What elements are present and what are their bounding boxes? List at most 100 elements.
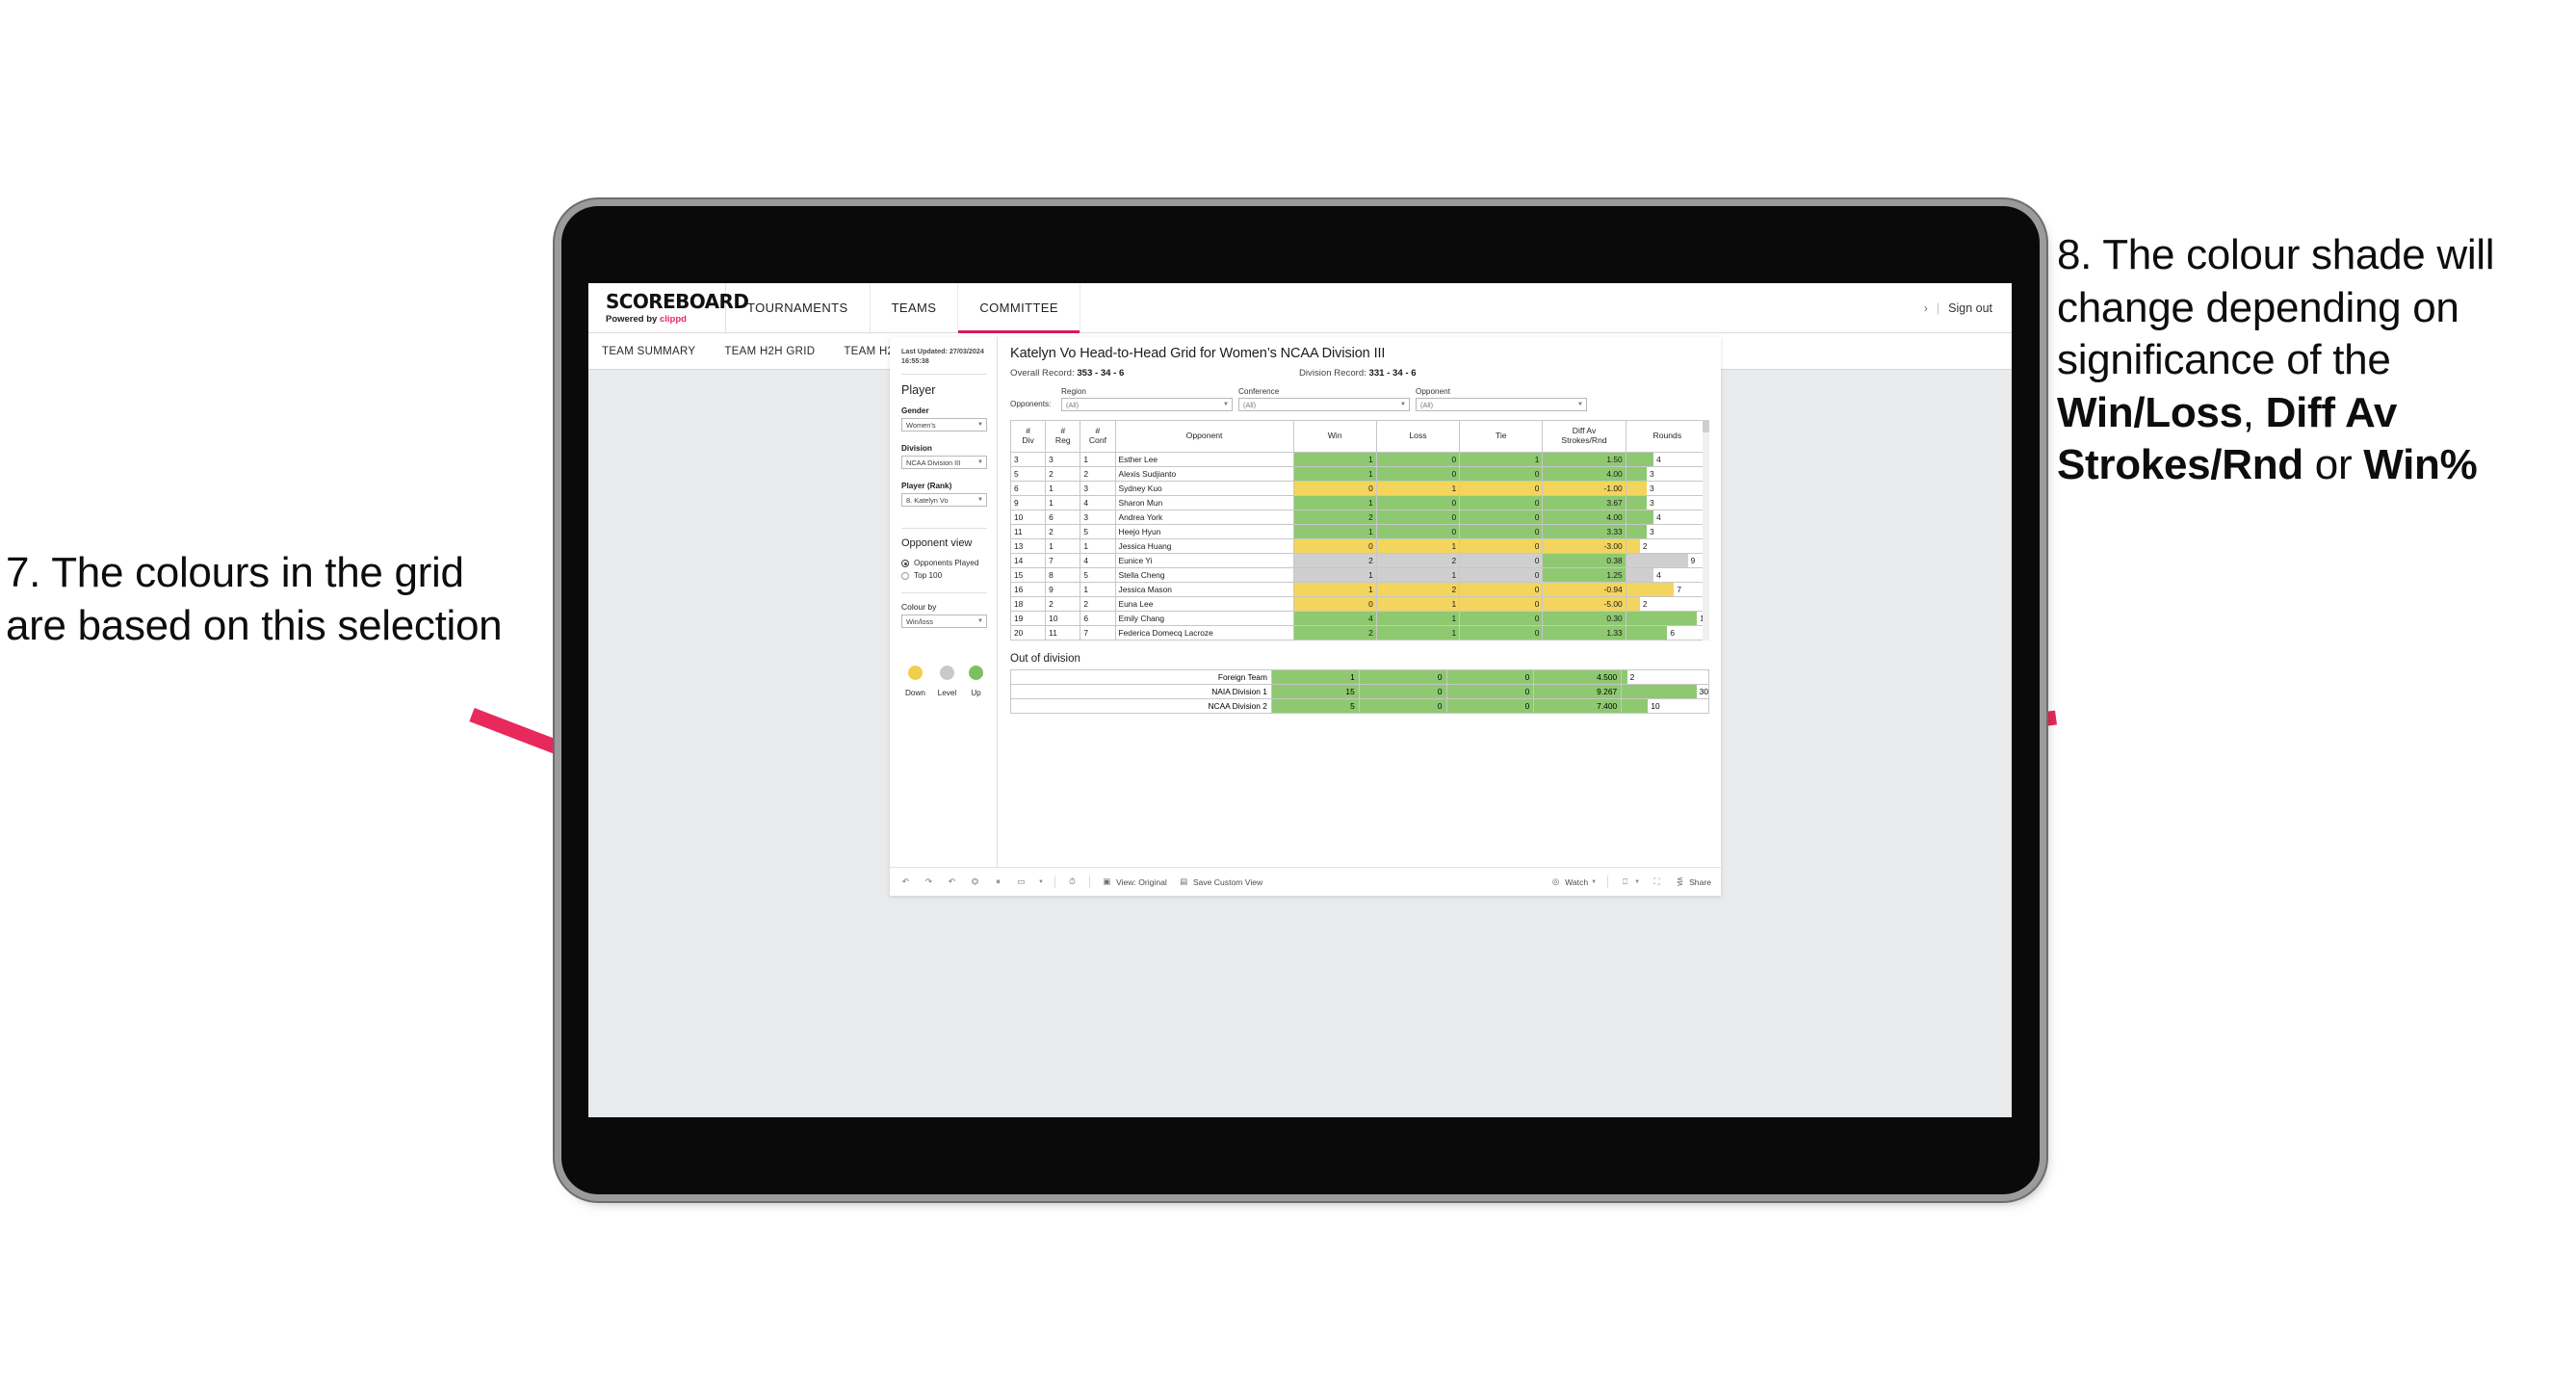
rounds-value: 3 bbox=[1649, 484, 1654, 493]
cell-conf: 1 bbox=[1080, 538, 1116, 554]
table-row[interactable]: NAIA Division 1 15 0 0 9.267 30 bbox=[1010, 684, 1709, 699]
brand-sub-clippd: clippd bbox=[659, 313, 687, 325]
cell-opponent: Alexis Sudjianto bbox=[1114, 466, 1294, 482]
chevron-down-icon[interactable]: ▼ bbox=[1038, 879, 1044, 885]
refresh-icon[interactable]: ⏣ bbox=[969, 876, 981, 888]
sign-out-link[interactable]: Sign out bbox=[1948, 301, 1992, 315]
chevron-down-icon: ▼ bbox=[1634, 878, 1641, 885]
table-row[interactable]: 10 6 3 Andrea York 2 0 0 4.00 4 bbox=[1009, 510, 1710, 525]
download-button[interactable]: ⎕ ▼ bbox=[1619, 876, 1640, 888]
brand-logo[interactable]: SCOREBOARD Powered by clippd bbox=[588, 283, 749, 332]
share-button[interactable]: ⋚ Share bbox=[1674, 876, 1711, 888]
cell-rounds: 10 bbox=[1621, 698, 1709, 714]
fullscreen-icon[interactable]: ⛶ bbox=[1651, 876, 1663, 888]
radio-top-100[interactable]: Top 100 bbox=[901, 571, 987, 580]
subnav-item-team-h2h-grid[interactable]: TEAM H2H GRID bbox=[724, 346, 815, 357]
rounds-value: 2 bbox=[1642, 599, 1648, 609]
cell-win: 1 bbox=[1292, 567, 1377, 583]
cell-win: 1 bbox=[1292, 466, 1377, 482]
share-label: Share bbox=[1689, 876, 1711, 887]
rounds-bar-fill bbox=[1626, 510, 1654, 524]
topnav-item-teams[interactable]: TEAMS bbox=[871, 283, 959, 332]
cell-diff: 9.267 bbox=[1533, 684, 1623, 699]
pause-icon[interactable]: ⏸ bbox=[992, 876, 1004, 888]
view-original-button[interactable]: ▣ View: Original bbox=[1101, 876, 1166, 888]
table-row[interactable]: 19106Emily Chang4100.3011 bbox=[1009, 611, 1710, 626]
download-icon: ⎕ bbox=[1623, 876, 1628, 886]
revert-icon[interactable]: ↶ bbox=[946, 876, 958, 888]
cell-tie: 0 bbox=[1459, 495, 1544, 510]
cell-rounds: 3 bbox=[1625, 495, 1710, 510]
table-row[interactable]: 13 1 1 Jessica Huang 0 1 0 -3.00 2 bbox=[1009, 538, 1710, 554]
cell-rounds: 2 bbox=[1625, 538, 1710, 554]
chevron-down-icon: ▼ bbox=[1591, 878, 1598, 885]
opponent-select[interactable]: (All) ▼ bbox=[1416, 398, 1587, 411]
filter-sidebar: Last Updated: 27/03/2024 16:55:38 Player… bbox=[890, 337, 998, 867]
table-row[interactable]: 5 2 2 Alexis Sudjianto 1 0 0 4.00 3 bbox=[1009, 466, 1710, 482]
division-field: Division NCAA Division III ▼ bbox=[901, 444, 987, 470]
cell-diff: -0.94 bbox=[1542, 582, 1626, 597]
division-label: Division bbox=[901, 444, 932, 454]
annotation-8-prefix: 8. The colour shade will change dependin… bbox=[2057, 231, 2495, 384]
rounds-bar: 4 bbox=[1626, 510, 1708, 524]
history-icon[interactable]: ⏱ bbox=[1066, 876, 1079, 888]
colour-by-field: Colour by Win/loss ▼ bbox=[901, 602, 987, 629]
cell-opponent: Andrea York bbox=[1114, 510, 1294, 525]
cell-opponent: Eunice Yi bbox=[1114, 553, 1294, 568]
chevron-right-icon[interactable]: › bbox=[1924, 301, 1928, 315]
region-select[interactable]: (All) ▼ bbox=[1061, 398, 1233, 411]
radio-opponents-played[interactable]: Opponents Played bbox=[901, 559, 987, 567]
cell-div: 6 bbox=[1009, 481, 1047, 496]
table-row[interactable]: 3 3 1 Esther Lee 1 0 1 1.50 4 bbox=[1009, 452, 1710, 467]
gender-value: Women’s bbox=[906, 420, 936, 430]
opponent-filter-row: Opponents: Region (All) ▼ Conference (Al bbox=[1010, 387, 1709, 411]
col-loss: Loss bbox=[1375, 420, 1461, 453]
cell-conf: 5 bbox=[1080, 567, 1116, 583]
dashboard-body: Last Updated: 27/03/2024 16:55:38 Player… bbox=[890, 337, 1721, 867]
redo-icon[interactable]: ↷ bbox=[923, 876, 935, 888]
grid-scrollbar-thumb[interactable] bbox=[1703, 420, 1709, 432]
topnav-item-committee[interactable]: COMMITTEE bbox=[958, 283, 1080, 333]
cell-group-name: Foreign Team bbox=[1010, 669, 1272, 685]
grid-scrollbar-track[interactable] bbox=[1703, 420, 1709, 641]
region-filter: Region (All) ▼ bbox=[1061, 387, 1233, 411]
annotation-8-mid-2: or bbox=[2303, 441, 2364, 489]
player-rank-select[interactable]: 8. Katelyn Vo ▼ bbox=[901, 493, 987, 508]
rounds-value: 2 bbox=[1629, 672, 1635, 682]
table-row[interactable]: 14 7 4 Eunice Yi 2 2 0 0.38 9 bbox=[1009, 553, 1710, 568]
division-record: Division Record: 331 - 34 - 6 bbox=[1299, 368, 1417, 379]
table-row[interactable]: NCAA Division 2 5 0 0 7.400 10 bbox=[1010, 698, 1709, 714]
division-select[interactable]: NCAA Division III ▼ bbox=[901, 456, 987, 470]
table-row[interactable]: 20 11 7 Federica Domecq Lacroze 2 1 0 1.33 6 bbox=[1009, 625, 1710, 641]
rounds-bar: 4 bbox=[1626, 453, 1708, 466]
colour-by-select[interactable]: Win/loss ▼ bbox=[901, 615, 987, 629]
gender-select[interactable]: Women’s ▼ bbox=[901, 418, 987, 432]
rounds-value: 4 bbox=[1656, 455, 1661, 464]
conference-select[interactable]: (All) ▼ bbox=[1238, 398, 1410, 411]
player-rank-value: 8. Katelyn Vo bbox=[906, 495, 949, 505]
watch-button[interactable]: ◎ Watch ▼ bbox=[1549, 876, 1597, 888]
table-row[interactable]: Foreign Team 1 0 0 4.500 2 bbox=[1010, 669, 1709, 685]
table-row[interactable]: 9 1 4 Sharon Mun 1 0 0 3.67 3 bbox=[1009, 495, 1710, 510]
rect-select-icon[interactable]: ▭ bbox=[1015, 876, 1028, 888]
table-row[interactable]: 11 2 5 Heejo Hyun 1 0 0 3.33 3 bbox=[1009, 524, 1710, 539]
cell-rounds: 7 bbox=[1625, 582, 1710, 597]
table-row[interactable]: 16 9 1 Jessica Mason 1 2 0 -0.94 7 bbox=[1009, 582, 1710, 597]
subnav-item-team-summary[interactable]: TEAM SUMMARY bbox=[602, 346, 695, 357]
cell-loss: 0 bbox=[1375, 510, 1461, 525]
division-record-value: 331 - 34 - 6 bbox=[1368, 368, 1417, 379]
table-row[interactable]: 18 2 2 Euna Lee 0 1 0 -5.00 2 bbox=[1009, 596, 1710, 612]
cell-tie: 0 bbox=[1459, 466, 1544, 482]
save-custom-view-button[interactable]: ▤ Save Custom View bbox=[1178, 876, 1262, 888]
colour-by-label: Colour by bbox=[901, 602, 937, 613]
cell-loss: 0 bbox=[1375, 466, 1461, 482]
undo-icon[interactable]: ↶ bbox=[899, 876, 912, 888]
table-row[interactable]: 6 1 3 Sydney Kuo 0 1 0 -1.00 3 bbox=[1009, 481, 1710, 496]
table-row[interactable]: 15 8 5 Stella Cheng 1 1 0 1.25 4 bbox=[1009, 567, 1710, 583]
cell-diff: 4.00 bbox=[1542, 510, 1626, 525]
annotation-8-mid-1: , bbox=[2242, 388, 2266, 436]
cell-reg: 3 bbox=[1045, 452, 1081, 467]
topnav-item-tournaments[interactable]: TOURNAMENTS bbox=[726, 283, 871, 332]
rounds-bar-fill bbox=[1626, 626, 1668, 640]
overall-record: Overall Record: 353 - 34 - 6 bbox=[1010, 368, 1299, 379]
